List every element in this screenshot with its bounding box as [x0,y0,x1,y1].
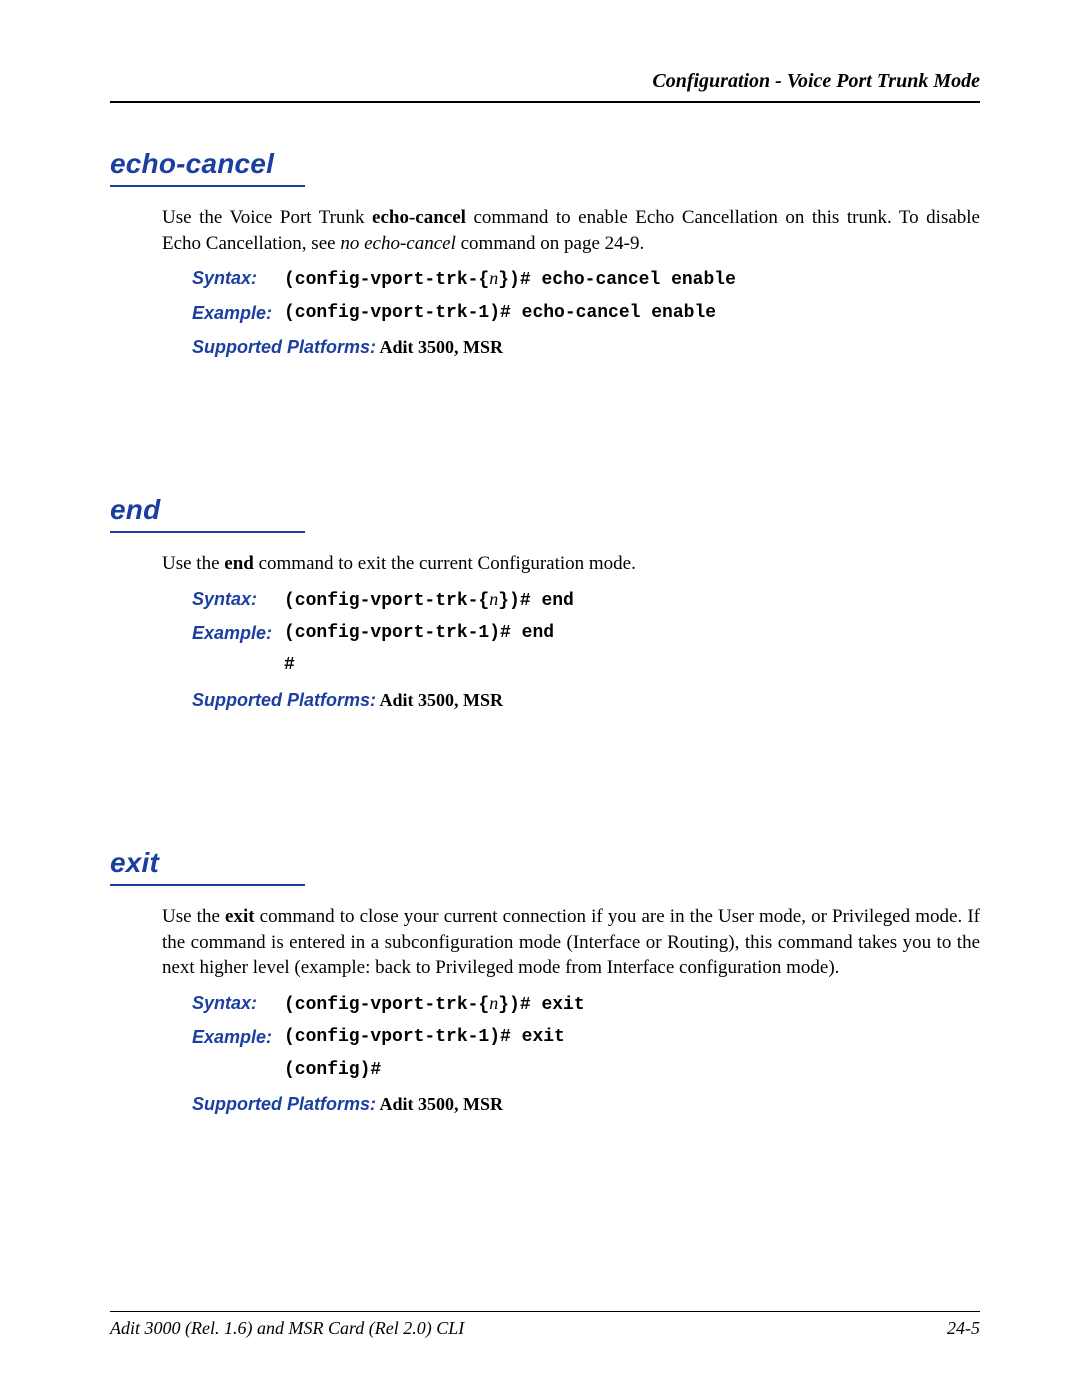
body-bold: echo-cancel [372,207,466,228]
footer-rule [110,1311,980,1312]
footer-left: Adit 3000 (Rel. 1.6) and MSR Card (Rel 2… [110,1318,464,1339]
example-label: Example: [192,301,284,325]
title-underline [110,884,305,886]
body-post: command on page 24-9. [456,233,644,254]
syntax-label: Syntax: [192,991,284,1017]
section-title: exit [110,847,980,879]
section-body: Use the exit command to close your curre… [162,904,980,1116]
spec-block: Syntax: (config-vport-trk-{n})# echo-can… [192,266,980,359]
platforms-value: Adit 3500, MSR [376,1094,503,1114]
body-mid: command to close your current connection… [162,906,980,978]
section-body: Use the end command to exit the current … [162,551,980,712]
example-row: Example: (config-vport-trk-1)# exit [192,1025,980,1049]
body-mid: command to exit the current Configuratio… [254,553,636,574]
body-paragraph: Use the end command to exit the current … [162,551,980,577]
syntax-var: n [489,993,498,1013]
platforms-label: Supported Platforms: [192,1094,376,1114]
platforms-value: Adit 3500, MSR [376,337,503,357]
body-pre: Use the [162,906,225,927]
example-label-blank [192,653,284,677]
body-pre: Use the [162,553,224,574]
example-row: Example: (config-vport-trk-1)# echo-canc… [192,301,980,325]
body-pre: Use the Voice Port Trunk [162,207,372,228]
syntax-value: (config-vport-trk-{n})# end [284,587,574,613]
platforms-label: Supported Platforms: [192,337,376,357]
example-label: Example: [192,621,284,645]
footer-page-number: 24-5 [947,1318,980,1339]
body-bold: exit [225,906,255,927]
syntax-post: })# exit [498,995,584,1015]
title-underline [110,185,305,187]
title-underline [110,531,305,533]
page-header-title: Configuration - Voice Port Trunk Mode [110,70,980,93]
syntax-post: })# echo-cancel enable [498,270,736,290]
page-footer: Adit 3000 (Rel. 1.6) and MSR Card (Rel 2… [110,1311,980,1339]
example-value: (config-vport-trk-1)# exit [284,1025,565,1049]
body-paragraph: Use the Voice Port Trunk echo-cancel com… [162,205,980,256]
spec-block: Syntax: (config-vport-trk-{n})# exit Exa… [192,991,980,1116]
section-title: echo-cancel [110,148,980,180]
syntax-pre: (config-vport-trk-{ [284,591,489,611]
section-body: Use the Voice Port Trunk echo-cancel com… [162,205,980,359]
syntax-row: Syntax: (config-vport-trk-{n})# end [192,587,980,613]
spec-block: Syntax: (config-vport-trk-{n})# end Exam… [192,587,980,712]
example-value: (config-vport-trk-1)# echo-cancel enable [284,301,716,325]
syntax-row: Syntax: (config-vport-trk-{n})# exit [192,991,980,1017]
syntax-pre: (config-vport-trk-{ [284,995,489,1015]
example-row-2: (config)# [192,1058,980,1082]
syntax-label: Syntax: [192,266,284,292]
platforms-label: Supported Platforms: [192,690,376,710]
syntax-label: Syntax: [192,587,284,613]
body-paragraph: Use the exit command to close your curre… [162,904,980,981]
platforms-row: Supported Platforms: Adit 3500, MSR [192,335,980,359]
body-bold: end [224,553,254,574]
syntax-value: (config-vport-trk-{n})# echo-cancel enab… [284,266,736,292]
example-label: Example: [192,1025,284,1049]
platforms-row: Supported Platforms: Adit 3500, MSR [192,1092,980,1116]
example-row: Example: (config-vport-trk-1)# end [192,621,980,645]
syntax-row: Syntax: (config-vport-trk-{n})# echo-can… [192,266,980,292]
syntax-value: (config-vport-trk-{n})# exit [284,991,585,1017]
header-rule [110,101,980,103]
example-value: (config-vport-trk-1)# end [284,621,554,645]
example-value-2: # [284,653,295,677]
syntax-var: n [489,589,498,609]
syntax-post: })# end [498,591,574,611]
platforms-row: Supported Platforms: Adit 3500, MSR [192,688,980,712]
section-echo-cancel: echo-cancel Use the Voice Port Trunk ech… [110,148,980,359]
body-ital: no echo-cancel [340,233,456,254]
footer-row: Adit 3000 (Rel. 1.6) and MSR Card (Rel 2… [110,1318,980,1339]
syntax-var: n [489,268,498,288]
page: Configuration - Voice Port Trunk Mode ec… [0,0,1080,1397]
section-exit: exit Use the exit command to close your … [110,847,980,1116]
section-end: end Use the end command to exit the curr… [110,494,980,712]
example-label-blank [192,1058,284,1082]
syntax-pre: (config-vport-trk-{ [284,270,489,290]
platforms-value: Adit 3500, MSR [376,690,503,710]
example-row-2: # [192,653,980,677]
section-title: end [110,494,980,526]
example-value-2: (config)# [284,1058,381,1082]
